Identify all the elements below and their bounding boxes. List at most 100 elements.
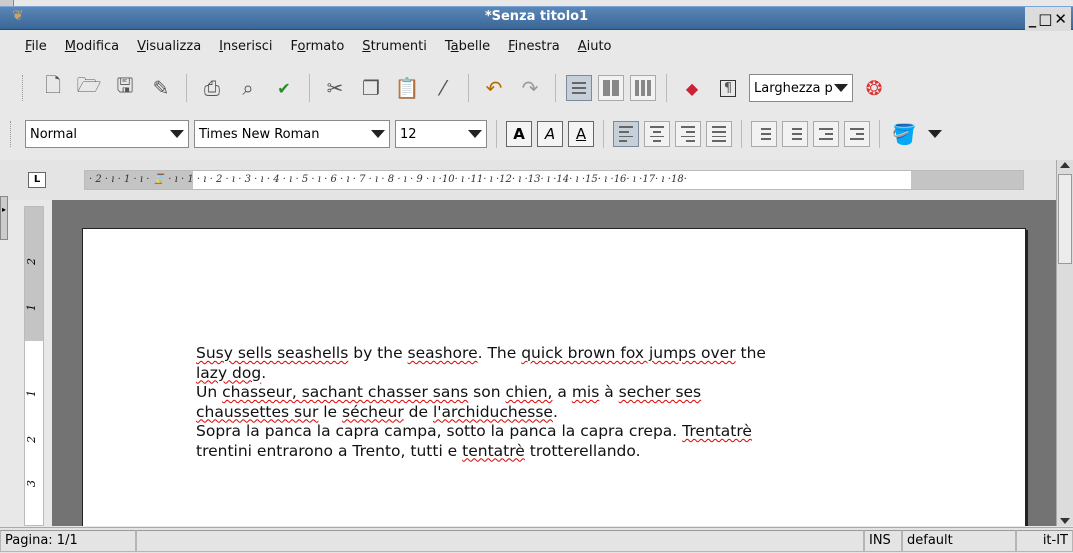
- copy-button[interactable]: ❐: [356, 73, 386, 103]
- align-center-button[interactable]: [644, 121, 670, 147]
- minimize-icon[interactable]: _: [1029, 7, 1037, 31]
- paragraph-style-select[interactable]: Normal: [25, 120, 189, 148]
- menu-file[interactable]: File: [22, 37, 50, 56]
- chevron-down-icon[interactable]: [371, 130, 385, 138]
- save-as-icon: ✎: [152, 76, 170, 100]
- toolbar-separator: [603, 120, 604, 148]
- tab-stop-selector[interactable]: L: [28, 172, 46, 188]
- toolbar-separator: [879, 120, 880, 148]
- cut-button[interactable]: ✂: [320, 73, 350, 103]
- vruler-mark: 3: [25, 480, 38, 487]
- toolbar-grip[interactable]: [10, 121, 14, 147]
- status-bar: Pagina: 1/1 INS default it-IT: [0, 527, 1073, 553]
- menu-visualizza[interactable]: Visualizza: [134, 37, 204, 56]
- vertical-ruler[interactable]: 2 1 1 2 3: [24, 206, 44, 526]
- bulleted-list-button[interactable]: [782, 121, 808, 147]
- vertical-scrollbar[interactable]: [1056, 160, 1073, 526]
- font-family-select[interactable]: Times New Roman: [194, 120, 390, 148]
- toolbar-grip[interactable]: [22, 75, 26, 101]
- chevron-down-icon[interactable]: [928, 130, 942, 138]
- highlight-color-button[interactable]: 🪣: [889, 119, 919, 149]
- decrease-indent-button[interactable]: [813, 121, 839, 147]
- paste-icon: 📋: [394, 76, 420, 100]
- format-painter-icon: ⁄: [441, 76, 445, 100]
- save-button[interactable]: 🖫: [110, 73, 140, 103]
- help-button[interactable]: ❂: [859, 73, 889, 103]
- document-text[interactable]: Susy sells seashells by the seashore. Th…: [196, 344, 916, 461]
- insert-image-button[interactable]: ◆: [677, 73, 707, 103]
- align-left-button[interactable]: [613, 121, 639, 147]
- zoom-value: Larghezza p: [754, 80, 833, 96]
- align-right-button[interactable]: [675, 121, 701, 147]
- close-icon[interactable]: ✕: [1054, 7, 1067, 31]
- paint-bucket-icon: 🪣: [891, 122, 917, 146]
- status-message: [136, 529, 864, 552]
- format-painter-button[interactable]: ⁄: [428, 73, 458, 103]
- bold-button[interactable]: A: [506, 121, 532, 147]
- font-family-value: Times New Roman: [199, 126, 320, 142]
- two-columns-button[interactable]: [598, 75, 624, 101]
- chevron-down-icon[interactable]: [170, 130, 184, 138]
- page-indicator: Pagina: 1/1: [0, 529, 136, 552]
- vruler-mark: 1: [25, 390, 38, 397]
- save-as-button[interactable]: ✎: [146, 73, 176, 103]
- menu-bar: File Modifica Visualizza Inserisci Forma…: [0, 33, 1073, 59]
- menu-aiuto[interactable]: Aiuto: [575, 37, 615, 56]
- menu-strumenti[interactable]: Strumenti: [359, 37, 430, 56]
- redo-button[interactable]: ↷: [515, 73, 545, 103]
- justify-button[interactable]: [706, 121, 732, 147]
- print-button[interactable]: ⎙: [197, 73, 227, 103]
- show-formatting-marks-button[interactable]: ¶: [713, 73, 743, 103]
- insert-image-icon: ◆: [685, 78, 699, 98]
- print-preview-icon: ⌕: [242, 76, 254, 100]
- scrollbar-thumb[interactable]: [1058, 174, 1072, 264]
- insert-mode-indicator[interactable]: INS: [864, 529, 902, 552]
- menu-formato[interactable]: Formato: [288, 37, 348, 56]
- three-columns-button[interactable]: [630, 75, 656, 101]
- vruler-mark: 2: [25, 258, 38, 265]
- font-size-select[interactable]: 12: [395, 120, 487, 148]
- language-indicator[interactable]: it-IT: [1016, 529, 1073, 552]
- menu-finestra[interactable]: Finestra: [505, 37, 563, 56]
- underline-button[interactable]: A: [568, 121, 594, 147]
- style-indicator: default: [902, 529, 1016, 552]
- paste-button[interactable]: 📋: [392, 73, 422, 103]
- increase-indent-button[interactable]: [844, 121, 870, 147]
- menu-inserisci[interactable]: Inserisci: [216, 37, 275, 56]
- title-bar[interactable]: ❦ *Senza titolo1 _ □ ✕: [0, 6, 1073, 31]
- menu-modifica[interactable]: Modifica: [62, 37, 122, 56]
- font-size-value: 12: [400, 126, 417, 142]
- text-line: chaussettes sur le sécheur de l'archiduc…: [196, 402, 558, 421]
- vruler-mark: 1: [25, 304, 38, 311]
- chevron-down-icon[interactable]: [468, 130, 482, 138]
- toolbar-separator: [555, 74, 556, 102]
- scroll-up-icon[interactable]: [1060, 162, 1070, 168]
- vruler-mark: 2: [25, 436, 38, 443]
- new-document-icon: 🗋: [44, 73, 62, 97]
- copy-icon: ❐: [362, 76, 380, 100]
- one-column-button[interactable]: [566, 75, 592, 101]
- zoom-select[interactable]: Larghezza p: [749, 74, 853, 102]
- open-button[interactable]: 🗁: [74, 73, 104, 103]
- toolbar-separator: [496, 120, 497, 148]
- text-line: Susy sells seashells by the seashore. Th…: [196, 344, 766, 362]
- ruler-right-margin: [911, 171, 1023, 189]
- maximize-icon[interactable]: □: [1038, 7, 1052, 31]
- chevron-down-icon[interactable]: [834, 84, 848, 92]
- spellcheck-button[interactable]: ✔: [269, 73, 299, 103]
- menu-tabelle[interactable]: Tabelle: [442, 37, 493, 56]
- document-page[interactable]: Susy sells seashells by the seashore. Th…: [82, 228, 1026, 526]
- horizontal-ruler[interactable]: · 2 · ı · 1 · ı · ⌛ · ı · 1 · ı · 2 · ı …: [84, 170, 1024, 190]
- print-preview-button[interactable]: ⌕: [233, 73, 263, 103]
- scroll-down-icon[interactable]: [1060, 518, 1070, 524]
- spellcheck-icon: ✔: [277, 78, 291, 98]
- italic-button[interactable]: A: [537, 121, 563, 147]
- text-line: trentini entrarono a Trento, tutti e ten…: [196, 441, 641, 460]
- toolbar-separator: [186, 74, 187, 102]
- new-document-button[interactable]: 🗋: [38, 73, 68, 103]
- left-edge-handle[interactable]: ▸: [0, 196, 8, 240]
- numbered-list-button[interactable]: [751, 121, 777, 147]
- undo-button[interactable]: ↶: [479, 73, 509, 103]
- word-processor-window: ❦ *Senza titolo1 _ □ ✕ File Modifica Vis…: [0, 0, 1073, 553]
- document-canvas[interactable]: Susy sells seashells by the seashore. Th…: [52, 200, 1056, 526]
